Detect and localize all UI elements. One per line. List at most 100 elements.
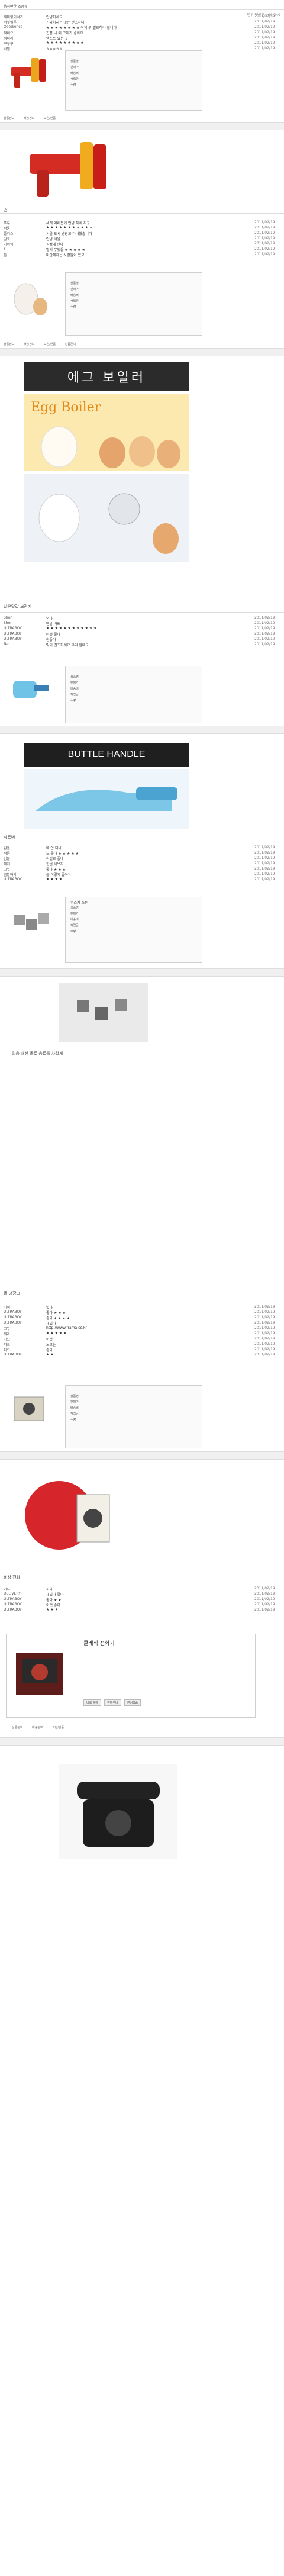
shop-row-label: 상품명	[70, 60, 79, 63]
comment-date: 2011/02/19	[254, 632, 275, 636]
comment-author[interactable]: 뭐더라	[4, 36, 45, 41]
shop-bar	[0, 968, 284, 977]
tab-return[interactable]: 교환/반품	[44, 116, 56, 120]
shop-bar	[0, 348, 284, 356]
comment-author[interactable]: 둘	[4, 252, 45, 257]
comment-date: 2011/02/19	[254, 1305, 275, 1309]
comment-author[interactable]: 마요	[4, 1337, 45, 1342]
comment-text: 맨날 바쁘	[46, 622, 60, 626]
comment-author[interactable]: 뭐라	[4, 1331, 45, 1337]
tab-info[interactable]: 상품정보	[12, 1725, 22, 1730]
classic-phone-photo	[59, 1764, 178, 1859]
phone-photo	[24, 1471, 112, 1560]
comment-author[interactable]: 짝퉁	[4, 226, 45, 231]
comment-author[interactable]: 비밀	[4, 46, 45, 51]
comment-author[interactable]: 곰발바닥	[4, 872, 45, 877]
shop-row-label: 적립금	[70, 1412, 79, 1416]
comment-text: 한번 사보자	[46, 862, 64, 867]
comment-author[interactable]: 갑돌	[4, 856, 45, 861]
comment-author[interactable]: 이유	[4, 1586, 45, 1592]
shop-row-label: 배송비	[70, 687, 79, 691]
shop-panel: 위스키 스톤 상품명 판매가 배송비 적립금 수량	[65, 897, 202, 963]
comment-author[interactable]: DELIVERY	[4, 1592, 45, 1596]
shop-row-label: 판매가	[70, 1400, 79, 1404]
shop-panel: 상품명 판매가 배송비 적립금 수량	[65, 666, 202, 723]
comment-author[interactable]: Obedience	[4, 25, 45, 29]
comment-author[interactable]: Y	[4, 247, 45, 251]
comment-author[interactable]: 짝퉁	[4, 851, 45, 856]
tab-info[interactable]: 상품정보	[4, 116, 14, 120]
comment-text: 재밌다	[46, 1322, 56, 1326]
comment-author[interactable]: 푸우	[4, 220, 45, 226]
comment-author[interactable]: ULTRABOY	[4, 632, 45, 636]
comment-date: 2011/02/19	[254, 220, 275, 224]
cart-button[interactable]: 장바구니	[104, 1699, 121, 1706]
comment-text: 왜 안 되나	[46, 846, 62, 851]
shop-row-label: 적립금	[70, 693, 79, 697]
comment-author[interactable]: 발로	[4, 236, 45, 242]
comment-text: 안녕 서울	[46, 237, 60, 242]
shop-row-label: 적립금	[70, 300, 79, 303]
comment-text: 있다	[46, 1306, 53, 1310]
bottle-handle-image	[8, 669, 56, 710]
buy-now-button[interactable]: 바로 구매	[83, 1699, 101, 1706]
comment-text: 미안해하는 사람들이 있고	[46, 253, 85, 257]
shop-panel: 상품명 판매가 배송비 적립금 수량	[65, 1385, 202, 1448]
comment-text: 서울 도시 냉장고 다녀왔습니다	[46, 232, 92, 236]
shop-row-label: 상품명	[70, 282, 79, 285]
comment-author[interactable]: Ted	[4, 642, 45, 646]
shop-tabs[interactable]: 상품정보 배송정보 교환/반품	[4, 116, 64, 120]
tab-return[interactable]: 교환/반품	[44, 342, 56, 346]
comment-date: 2011/02/19	[254, 1310, 275, 1314]
comment-author[interactable]: 파요	[4, 1342, 45, 1347]
comment-date: 2011/02/19	[254, 1331, 275, 1335]
water-gun-image	[8, 52, 50, 94]
shop-bar	[0, 122, 284, 130]
comment-author[interactable]: 고무	[4, 867, 45, 872]
comment-author[interactable]: ULTRABOY	[4, 1310, 45, 1314]
egg-image	[8, 278, 50, 320]
comment-author[interactable]: Shon	[4, 621, 45, 625]
shop-tabs[interactable]: 상품정보 배송정보 교환/반품	[12, 1725, 72, 1730]
comment-author[interactable]: 버킷멜론	[4, 20, 45, 25]
shop-row-label: 수량	[70, 930, 76, 933]
shop-tabs[interactable]: 상품정보 배송정보 교환/반품 상품문의	[4, 342, 84, 346]
tab-qna[interactable]: 상품문의	[65, 342, 76, 346]
comment-author[interactable]: ULTRABOY	[4, 1353, 45, 1357]
tab-delivery[interactable]: 배송정보	[24, 342, 34, 346]
comment-author[interactable]: 갑돌	[4, 845, 45, 851]
comment-author[interactable]: 꾸꾸꾸	[4, 41, 45, 46]
comment-author[interactable]: ULTRABOY	[4, 1597, 45, 1601]
egg-boiler-photo: Egg Boiler	[24, 394, 189, 471]
shop-row-label: 배송비	[70, 918, 79, 922]
tab-delivery[interactable]: 배송정보	[24, 116, 34, 120]
comment-text: 이것 좋다	[46, 633, 60, 637]
comment-date: 2011/02/19	[254, 247, 275, 251]
shop-row-label: 배송비	[70, 1406, 79, 1410]
wishlist-button[interactable]: 관심상품	[124, 1699, 141, 1706]
comment-author[interactable]: Shon	[4, 616, 45, 620]
comment-author[interactable]: 고무	[4, 1326, 45, 1331]
shop-row-label: 수량	[70, 83, 76, 87]
comment-date: 2011/02/19	[254, 25, 275, 29]
comment-date: 2011/02/19	[254, 20, 275, 24]
comment-author[interactable]: 헤헤	[4, 861, 45, 867]
comment-author[interactable]: 쩌네요	[4, 30, 45, 36]
comment-text: 좋다 ★ ★	[46, 1598, 62, 1602]
comment-author[interactable]: 아이템	[4, 242, 45, 247]
comment-author[interactable]: 니어	[4, 1305, 45, 1310]
comment-author[interactable]: ULTRABOY	[4, 626, 45, 630]
comment-author[interactable]: ULTRABOY	[4, 1608, 45, 1612]
comment-author[interactable]: ULTRABOY	[4, 1602, 45, 1606]
comment-author[interactable]: ULTRABOY	[4, 1315, 45, 1319]
comment-author[interactable]: 파요	[4, 1347, 45, 1353]
comment-text: ★ ★ ★ ★ ★ ★ ★ ★ 이게 뭐 필요하나 합니다	[46, 26, 117, 30]
comment-author[interactable]: ULTRABOY	[4, 877, 45, 881]
comment-author[interactable]: ULTRABOY	[4, 637, 45, 641]
tab-delivery[interactable]: 배송정보	[32, 1725, 43, 1730]
comment-author[interactable]: ULTRABOY	[4, 1321, 45, 1325]
comment-author[interactable]: 재미없어서가	[4, 14, 45, 20]
tab-return[interactable]: 교환/반품	[52, 1725, 64, 1730]
tab-info[interactable]: 상품정보	[4, 342, 14, 346]
comment-author[interactable]: 플러스	[4, 231, 45, 236]
